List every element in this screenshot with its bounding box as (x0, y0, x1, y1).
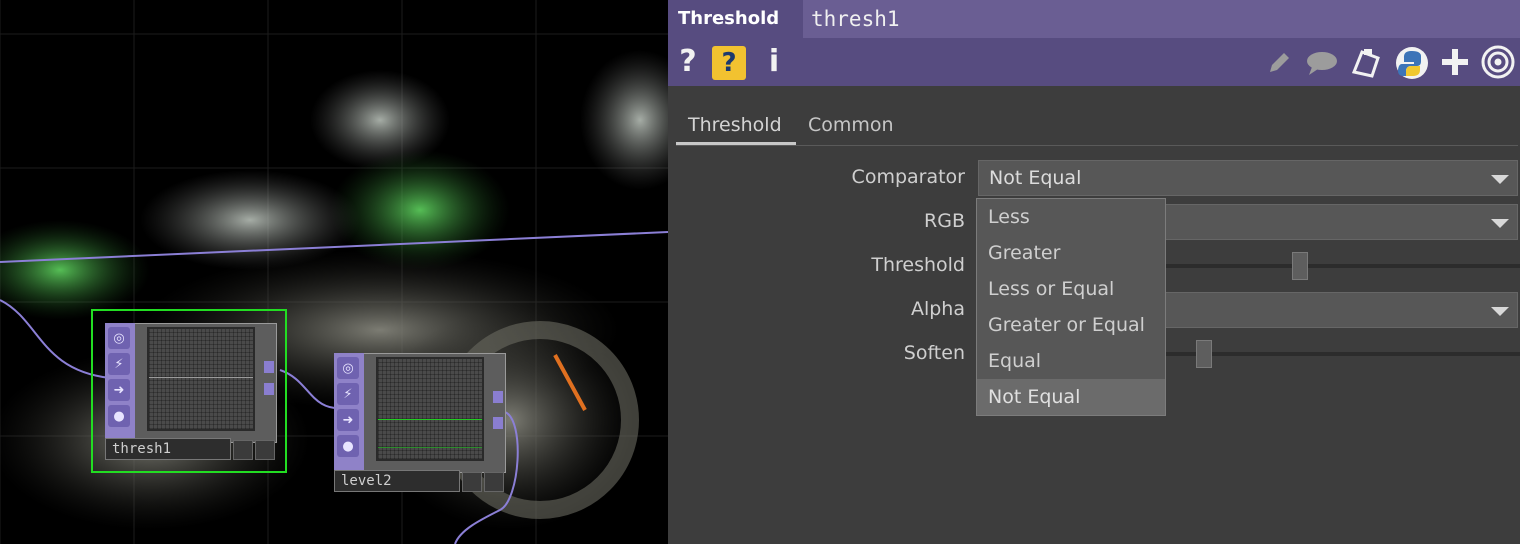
node-level2[interactable]: ◎ ⚡ ➜ ● level2 (322, 341, 518, 505)
python-help-label: ? (721, 48, 737, 78)
operator-name-field[interactable]: thresh1 (811, 0, 900, 38)
dropdown-option-equal[interactable]: Equal (977, 343, 1165, 379)
parameter-panel: Threshold thresh1 ? ? i Threshold Common… (668, 0, 1520, 544)
dropdown-option-greater[interactable]: Greater (977, 235, 1165, 271)
threshold-label: Threshold (871, 254, 965, 276)
node-flag-button[interactable] (462, 472, 482, 492)
output-port[interactable] (264, 383, 274, 395)
node-flag-button[interactable] (233, 440, 253, 460)
node-thresh1[interactable]: ◎ ⚡ ➜ ● thresh1 (91, 309, 287, 473)
operator-type-label: Threshold (668, 0, 803, 38)
tab-threshold[interactable]: Threshold (676, 108, 796, 146)
panel-toolbar: ? ? i (668, 38, 1520, 86)
viewer-toggle-icon[interactable]: ◎ (108, 327, 130, 349)
clipboard-icon[interactable] (1348, 46, 1384, 80)
soften-label: Soften (903, 342, 965, 364)
soften-slider-handle[interactable] (1196, 340, 1212, 368)
node-name-label: thresh1 (105, 438, 231, 460)
chevron-down-icon (1491, 219, 1509, 228)
node-name-label: level2 (334, 470, 460, 492)
python-icon[interactable] (1394, 46, 1430, 80)
arrow-right-icon[interactable]: ➜ (337, 409, 359, 431)
node-viewer (376, 357, 484, 461)
dropdown-option-less[interactable]: Less (977, 199, 1165, 235)
threshold-slider-handle[interactable] (1292, 252, 1308, 280)
panel-title-bar: Threshold thresh1 (668, 0, 1520, 38)
output-port[interactable] (493, 391, 503, 403)
tab-common[interactable]: Common (796, 108, 906, 146)
info-icon[interactable]: i (762, 38, 786, 86)
node-input-ports: ◎ ⚡ ➜ ● (105, 323, 135, 441)
dropdown-option-not-equal[interactable]: Not Equal (977, 379, 1165, 415)
target-icon[interactable] (1480, 45, 1516, 79)
chevron-down-icon (1491, 175, 1509, 184)
node-flag-button[interactable] (484, 472, 504, 492)
comparator-menu[interactable]: Not Equal (978, 160, 1518, 196)
python-help-icon[interactable]: ? (712, 46, 746, 80)
plus-icon[interactable] (1440, 47, 1470, 77)
display-icon[interactable]: ● (337, 435, 359, 457)
arrow-right-icon[interactable]: ➜ (108, 379, 130, 401)
bypass-icon[interactable]: ⚡ (108, 353, 130, 375)
alpha-label: Alpha (910, 298, 965, 320)
comparator-dropdown-list: Less Greater Less or Equal Greater or Eq… (976, 198, 1166, 416)
tab-divider (676, 145, 1518, 146)
node-viewer (147, 327, 255, 431)
chevron-down-icon (1491, 307, 1509, 316)
output-port[interactable] (264, 361, 274, 373)
comment-icon[interactable] (1304, 48, 1340, 78)
node-input-ports: ◎ ⚡ ➜ ● (334, 353, 364, 471)
dropdown-option-greater-or-equal[interactable]: Greater or Equal (977, 307, 1165, 343)
bypass-icon[interactable]: ⚡ (337, 383, 359, 405)
pencil-icon[interactable] (1264, 48, 1294, 78)
comparator-label: Comparator (851, 166, 965, 188)
network-editor[interactable]: ◎ ⚡ ➜ ● thresh1 ◎ ⚡ ➜ ● level2 (0, 0, 668, 544)
help-icon[interactable]: ? (674, 38, 702, 86)
output-port[interactable] (493, 417, 503, 429)
rgb-label: RGB (924, 210, 965, 232)
viewer-toggle-icon[interactable]: ◎ (337, 357, 359, 379)
dropdown-option-less-or-equal[interactable]: Less or Equal (977, 271, 1165, 307)
comparator-value: Not Equal (989, 167, 1082, 189)
node-flag-button[interactable] (255, 440, 275, 460)
display-icon[interactable]: ● (108, 405, 130, 427)
